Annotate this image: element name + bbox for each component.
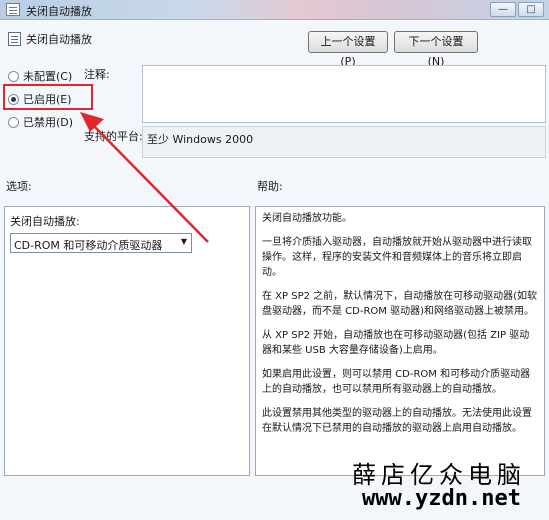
autoplay-drive-select-value: CD-ROM 和可移动介质驱动器: [14, 239, 163, 252]
watermark-url: www.yzdn.net: [362, 486, 521, 511]
help-paragraph: 一旦将介质插入驱动器，自动播放就开始从驱动器中进行读取操作。这样，程序的安装文件…: [262, 237, 532, 278]
watermark-text: 薛店亿众电脑: [352, 461, 526, 489]
policy-setting-icon: [8, 32, 21, 46]
comment-textarea[interactable]: [142, 65, 546, 123]
policy-title: 关闭自动播放: [26, 33, 92, 46]
help-heading: 帮助:: [257, 180, 283, 193]
enabled-highlight-box: [3, 84, 93, 110]
supported-platform-value: 至少 Windows 2000: [147, 133, 254, 146]
comment-label: 注释:: [84, 68, 110, 81]
help-paragraph: 如果启用此设置，则可以禁用 CD-ROM 和可移动介质驱动器上的自动播放，也可以…: [262, 369, 531, 395]
help-paragraph: 从 XP SP2 开始，自动播放也在可移动驱动器(包括 ZIP 驱动器和某些 U…: [262, 330, 530, 356]
options-heading: 选项:: [6, 180, 32, 193]
autoplay-drive-select[interactable]: CD-ROM 和可移动介质驱动器 ▼: [10, 233, 192, 253]
next-setting-button[interactable]: 下一个设置(N): [394, 31, 478, 68]
dropdown-arrow-icon[interactable]: ▼: [181, 237, 187, 246]
radio-not-configured[interactable]: 未配置(C): [8, 68, 72, 84]
minimize-button[interactable]: —: [490, 2, 516, 17]
window-title: 关闭自动播放: [26, 5, 92, 18]
help-paragraph: 此设置禁用其他类型的驱动器上的自动播放。无法使用此设置在默认情况下已禁用的自动播…: [262, 408, 532, 434]
title-bar: 关闭自动播放 — □: [0, 0, 549, 20]
radio-button-off[interactable]: [8, 116, 19, 128]
help-pane: 关闭自动播放功能。 一旦将介质插入驱动器，自动播放就开始从驱动器中进行读取操作。…: [255, 206, 545, 476]
autoplay-field-label: 关闭自动播放:: [10, 215, 80, 228]
supported-platform-label: 支持的平台:: [84, 130, 143, 143]
radio-button-off[interactable]: [8, 70, 19, 82]
previous-setting-button[interactable]: 上一个设置(P): [308, 31, 388, 68]
help-paragraph: 关闭自动播放功能。: [262, 213, 352, 224]
radio-disabled-label: 已禁用(D): [23, 116, 74, 129]
options-pane: 关闭自动播放: CD-ROM 和可移动介质驱动器 ▼: [4, 206, 250, 476]
help-paragraph: 在 XP SP2 之前，默认情况下，自动播放在可移动驱动器(如软盘驱动器，而不是…: [262, 291, 538, 317]
maximize-button[interactable]: □: [518, 2, 544, 17]
radio-not-configured-label: 未配置(C): [23, 70, 73, 83]
radio-disabled[interactable]: 已禁用(D): [8, 114, 73, 130]
policy-window-icon: [6, 3, 20, 16]
supported-platform-field: 至少 Windows 2000: [142, 126, 546, 158]
